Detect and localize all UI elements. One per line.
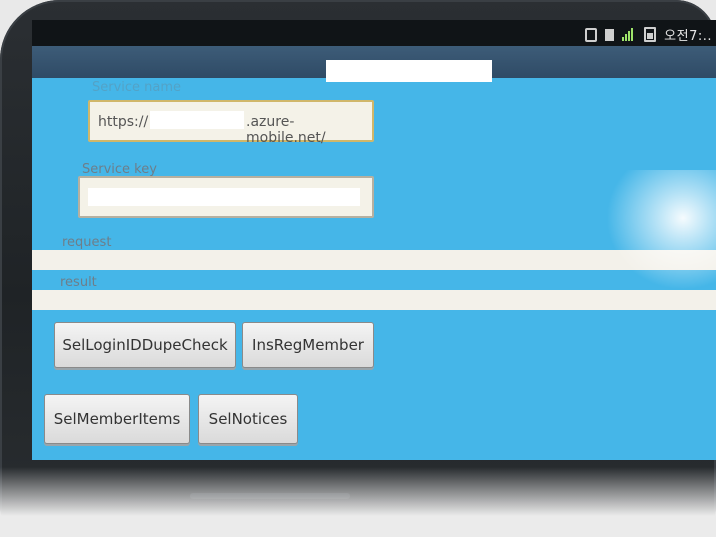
sel-notices-button[interactable]: SelNotices xyxy=(198,394,298,444)
sim-icon xyxy=(585,27,598,42)
service-url-prefix: https:// xyxy=(98,114,149,130)
service-key-field[interactable] xyxy=(78,176,374,218)
service-url-redacted xyxy=(150,111,244,129)
service-url-field[interactable]: https:// .azure-mobile.net/ xyxy=(88,100,374,146)
status-clock: 오전7:.. xyxy=(664,29,712,44)
service-key-label: Service key xyxy=(82,162,157,177)
status-bar: 오전7:.. xyxy=(32,20,716,46)
screen-glare xyxy=(606,170,716,290)
result-label: result xyxy=(60,275,97,290)
signal-icon xyxy=(622,28,636,41)
service-url-suffix: .azure-mobile.net/ xyxy=(246,114,326,146)
result-field[interactable] xyxy=(32,290,716,310)
title-bar xyxy=(32,46,716,82)
screen: 오전7:.. Service name https:// .azure-mobi… xyxy=(32,20,716,460)
request-label: request xyxy=(62,235,112,250)
service-key-redacted xyxy=(88,188,360,206)
document-icon xyxy=(605,28,615,41)
ins-reg-member-button[interactable]: InsRegMember xyxy=(242,322,374,368)
sel-member-items-button[interactable]: SelMemberItems xyxy=(44,394,190,444)
battery-icon xyxy=(644,27,657,42)
table-reflection xyxy=(0,467,716,537)
sel-login-id-dupe-check-button[interactable]: SelLoginIDDupeCheck xyxy=(54,322,236,368)
service-name-label: Service name xyxy=(92,80,182,95)
